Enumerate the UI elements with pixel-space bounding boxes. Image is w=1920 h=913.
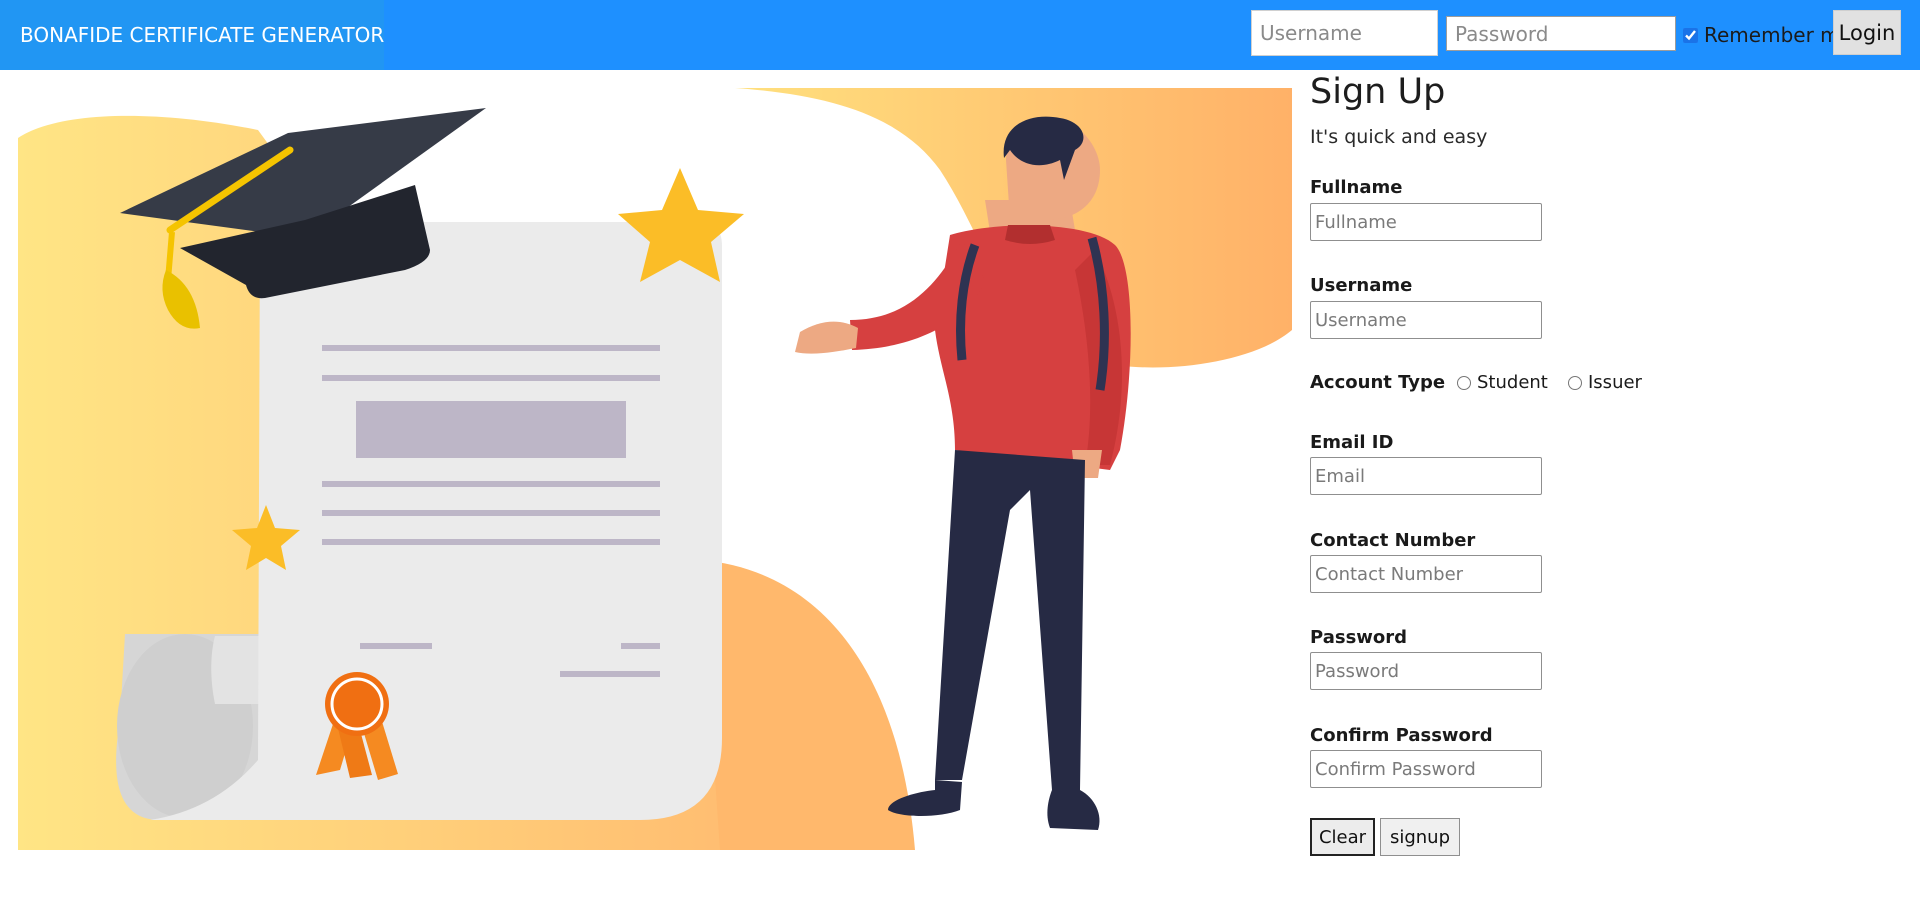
issuer-radio[interactable]: [1568, 375, 1582, 390]
confirm-password-label: Confirm Password: [1310, 725, 1493, 746]
brand-title[interactable]: BONAFIDE CERTIFICATE GENERATOR: [0, 0, 384, 70]
account-type-label: Account Type: [1310, 372, 1446, 393]
signup-button[interactable]: signup: [1380, 818, 1460, 856]
email-label: Email ID: [1310, 432, 1394, 453]
account-type-issuer[interactable]: Issuer: [1568, 372, 1642, 393]
clear-button[interactable]: Clear: [1310, 818, 1375, 856]
confirm-password-input[interactable]: [1310, 750, 1542, 788]
top-navbar: BONAFIDE CERTIFICATE GENERATOR Remember …: [0, 0, 1920, 70]
password-label: Password: [1310, 627, 1408, 648]
student-radio-label: Student: [1477, 372, 1548, 393]
certificate-illustration: [18, 88, 1292, 851]
fullname-label: Fullname: [1310, 177, 1403, 198]
remember-me[interactable]: Remember me: [1683, 22, 1852, 48]
remember-me-checkbox[interactable]: [1683, 27, 1698, 43]
student-radio[interactable]: [1457, 375, 1471, 390]
username-label: Username: [1310, 275, 1413, 296]
login-username-input[interactable]: [1251, 10, 1438, 56]
username-input[interactable]: [1310, 301, 1542, 339]
signup-subtitle: It's quick and easy: [1310, 126, 1488, 148]
hero-illustration: [0, 70, 1300, 870]
login-button[interactable]: Login: [1833, 10, 1901, 55]
account-type-student[interactable]: Student: [1457, 372, 1548, 393]
signup-title: Sign Up: [1310, 72, 1446, 112]
contact-input[interactable]: [1310, 555, 1542, 593]
issuer-radio-label: Issuer: [1588, 372, 1642, 393]
contact-label: Contact Number: [1310, 530, 1476, 551]
password-input[interactable]: [1310, 652, 1542, 690]
remember-me-label: Remember me: [1704, 23, 1852, 47]
fullname-input[interactable]: [1310, 203, 1542, 241]
email-input[interactable]: [1310, 457, 1542, 495]
login-password-input[interactable]: [1446, 16, 1676, 51]
